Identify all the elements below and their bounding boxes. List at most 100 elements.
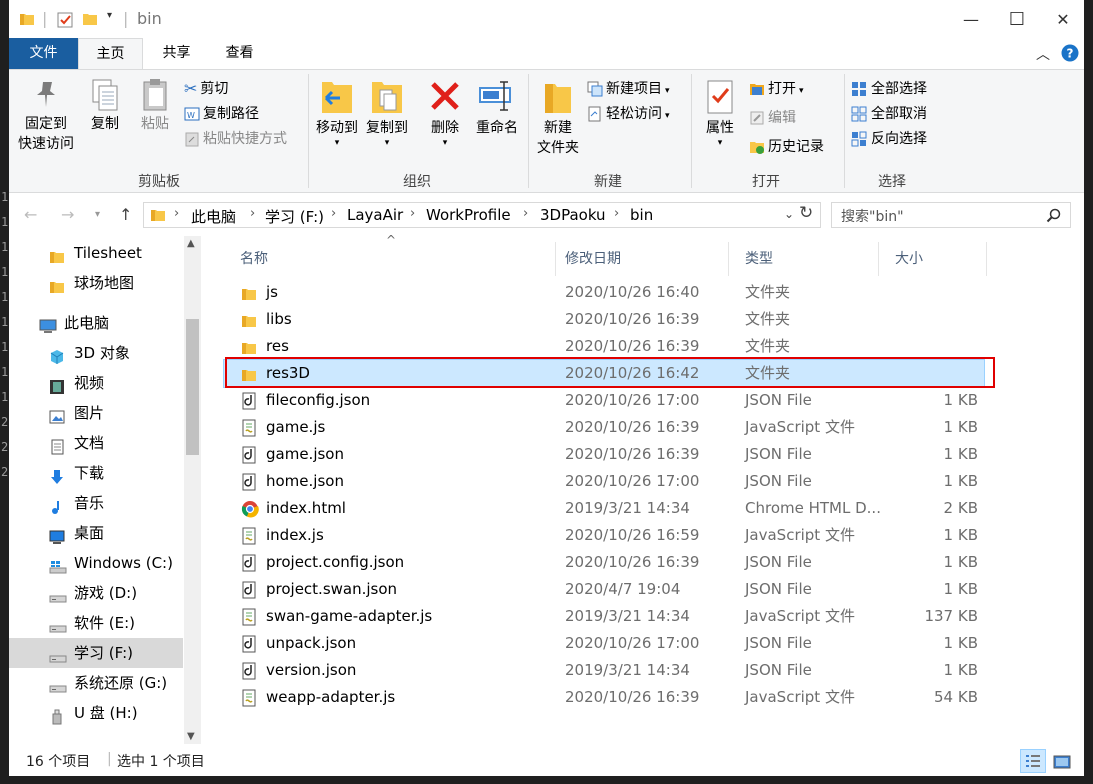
scroll-down-icon[interactable]: ▼ (187, 731, 195, 742)
table-row[interactable]: swan-game-adapter.js 2019/3/21 14:34 JavaS… (224, 603, 984, 630)
table-row[interactable]: index.js 2020/10/26 16:59 JavaScript 文件 1 K… (224, 522, 984, 549)
nav-scrollbar[interactable]: ▲ ▼ (184, 236, 201, 744)
js-file-icon (242, 419, 256, 437)
refresh-icon[interactable]: ↻ (799, 203, 813, 223)
pin-to-quick-access-button[interactable]: 固定到 快速访问 (15, 78, 77, 154)
new-folder-quick-icon[interactable] (82, 11, 98, 27)
new-folder-button[interactable]: 新建 文件夹 (533, 78, 583, 158)
close-button[interactable]: ✕ (1040, 0, 1084, 38)
copy-to-button[interactable]: 复制到 ▾ (362, 78, 412, 148)
column-header-name[interactable]: 名称 (224, 242, 556, 276)
paste-button[interactable]: 粘贴 (133, 78, 177, 134)
help-icon[interactable]: ? (1061, 44, 1079, 62)
history-button[interactable]: 历史记录 (749, 136, 824, 158)
nav-item[interactable]: U 盘 (H:) (9, 698, 183, 728)
nav-item[interactable]: 学习 (F:) (9, 638, 183, 668)
tab-view[interactable]: 查看 (212, 38, 267, 69)
column-header-date[interactable]: 修改日期 (549, 242, 729, 276)
search-input[interactable]: 搜索"bin" (831, 202, 1071, 228)
properties-quick-icon[interactable] (57, 11, 74, 28)
delete-button[interactable]: 删除 ▾ (423, 78, 467, 148)
breadcrumb-separator-icon[interactable]: › (331, 206, 336, 221)
minimize-button[interactable]: — (948, 0, 994, 38)
breadcrumb-separator-icon[interactable]: › (250, 206, 255, 221)
table-row[interactable]: game.js 2020/10/26 16:39 JavaScript 文件 1 KB (224, 414, 984, 441)
table-row[interactable]: index.html 2019/3/21 14:34 Chrome HTML D..… (224, 495, 984, 522)
open-button[interactable]: 打开 ▾ (749, 78, 804, 100)
collapse-ribbon-icon[interactable]: ︿ (1036, 44, 1050, 64)
new-item-button[interactable]: 新建项目 ▾ (587, 78, 670, 100)
scroll-thumb[interactable] (186, 319, 199, 455)
paste-shortcut-button[interactable]: 粘贴快捷方式 (184, 128, 287, 150)
easy-access-button[interactable]: 轻松访问 ▾ (587, 103, 670, 125)
address-history-chevron-icon[interactable]: ⌄ (784, 207, 794, 221)
copy-path-button[interactable]: W 复制路径 (184, 103, 259, 125)
breadcrumb-separator-icon[interactable]: › (614, 206, 619, 221)
table-row[interactable]: project.config.json 2020/10/26 16:39 JSON … (224, 549, 984, 576)
breadcrumb-item[interactable]: LayaAir (347, 206, 403, 224)
up-arrow-icon[interactable]: ↑ (119, 205, 132, 224)
nav-item[interactable]: 球场地图 (9, 268, 183, 298)
select-none-icon (851, 106, 867, 121)
cut-button[interactable]: ✂ 剪切 (184, 78, 228, 100)
table-row[interactable]: fileconfig.json 2020/10/26 17:00 JSON File… (224, 387, 984, 414)
tab-share[interactable]: 共享 (149, 38, 204, 69)
select-all-icon (852, 81, 866, 96)
tab-file[interactable]: 文件 (9, 38, 78, 69)
large-icons-view-icon[interactable] (1050, 751, 1074, 773)
edit-button[interactable]: 编辑 (749, 107, 796, 129)
select-none-button[interactable]: 全部取消 (851, 103, 927, 125)
rename-button[interactable]: 重命名 (469, 78, 525, 138)
nav-item[interactable]: 下载 (9, 458, 183, 488)
nav-item[interactable]: 文档 (9, 428, 183, 458)
nav-item[interactable]: 视频 (9, 368, 183, 398)
file-size: 1 KB (943, 553, 978, 571)
forward-arrow-icon[interactable]: → (61, 205, 74, 224)
nav-item[interactable]: 系统还原 (G:) (9, 668, 183, 698)
breadcrumb-item[interactable]: bin (630, 206, 653, 224)
table-row[interactable]: res3D 2020/10/26 16:42 文件夹 (223, 359, 985, 388)
copy-button[interactable]: 复制 (83, 78, 127, 134)
table-row[interactable]: libs 2020/10/26 16:39 文件夹 (224, 306, 984, 333)
invert-selection-button[interactable]: 反向选择 (851, 128, 927, 150)
table-row[interactable]: game.json 2020/10/26 16:39 JSON File 1 KB (224, 441, 984, 468)
nav-item[interactable]: 桌面 (9, 518, 183, 548)
table-row[interactable]: js 2020/10/26 16:40 文件夹 (224, 279, 984, 306)
nav-item[interactable]: 游戏 (D:) (9, 578, 183, 608)
address-bar[interactable]: › 此电脑 › 学习 (F:) › LayaAir › WorkProfile … (143, 202, 821, 228)
breadcrumb-item[interactable]: 此电脑 (191, 206, 236, 227)
column-header-size[interactable]: 大小 (879, 242, 987, 276)
breadcrumb-separator-icon[interactable]: › (523, 206, 528, 221)
details-view-icon[interactable] (1019, 749, 1046, 773)
nav-item[interactable]: 此电脑 (9, 308, 183, 338)
recent-locations-chevron-icon[interactable]: ▾ (95, 209, 100, 220)
table-row[interactable]: res 2020/10/26 16:39 文件夹 (224, 333, 984, 360)
quick-access-toolbar-dropdown-icon[interactable]: ▾ (107, 10, 112, 21)
tab-home[interactable]: 主页 (78, 38, 143, 69)
table-row[interactable]: unpack.json 2020/10/26 17:00 JSON File 1 KB (224, 630, 984, 657)
table-row[interactable]: project.swan.json 2020/4/7 19:04 JSON File… (224, 576, 984, 603)
maximize-button[interactable]: ☐ (994, 0, 1040, 38)
back-arrow-icon[interactable]: ← (24, 205, 37, 224)
select-all-button[interactable]: 全部选择 (851, 78, 927, 100)
properties-button[interactable]: 属性 ▾ (697, 78, 743, 148)
nav-item[interactable]: Tilesheet (9, 238, 183, 268)
move-to-button[interactable]: 移动到 ▾ (312, 78, 362, 148)
table-row[interactable]: version.json 2019/3/21 14:34 JSON File 1 KB (224, 657, 984, 684)
breadcrumb-item[interactable]: 学习 (F:) (265, 206, 324, 227)
nav-item[interactable]: 软件 (E:) (9, 608, 183, 638)
breadcrumb-item[interactable]: 3DPaoku (540, 206, 606, 224)
breadcrumb-separator-icon[interactable]: › (410, 206, 415, 221)
column-header-type[interactable]: 类型 (729, 242, 879, 276)
nav-item-label: 下载 (74, 464, 105, 482)
nav-item[interactable]: 3D 对象 (9, 338, 183, 368)
breadcrumb-separator-icon[interactable]: › (174, 206, 179, 221)
table-row[interactable]: home.json 2020/10/26 17:00 JSON File 1 KB (224, 468, 984, 495)
table-row[interactable]: weapp-adapter.js 2020/10/26 16:39 JavaScri… (224, 684, 984, 711)
paste-shortcut-label: 粘贴快捷方式 (203, 131, 287, 147)
nav-item[interactable]: Windows (C:) (9, 548, 183, 578)
nav-item[interactable]: 音乐 (9, 488, 183, 518)
breadcrumb-item[interactable]: WorkProfile (426, 206, 511, 224)
nav-item[interactable]: 图片 (9, 398, 183, 428)
scroll-up-icon[interactable]: ▲ (187, 238, 195, 249)
